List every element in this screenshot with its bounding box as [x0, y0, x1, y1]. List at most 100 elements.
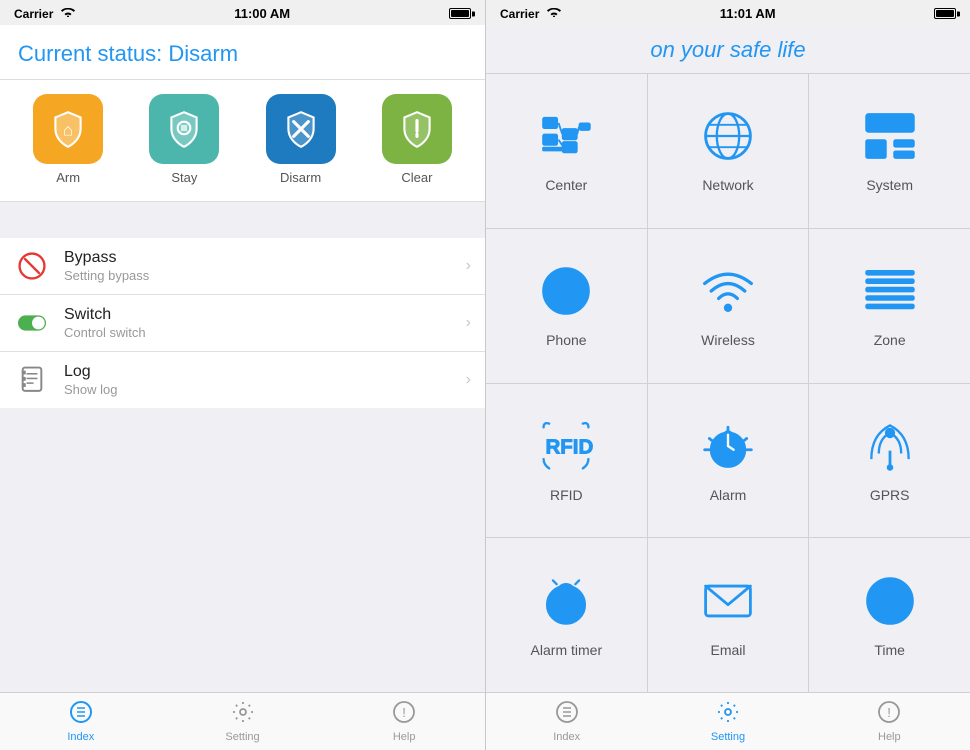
- status-bar-right: Carrier 11:01 AM: [486, 0, 970, 25]
- zone-icon: [862, 263, 918, 324]
- right-content: on your safe life: [486, 25, 970, 692]
- left-phone: Carrier 11:00 AM Current status: Disarm: [0, 0, 485, 750]
- grid-phone[interactable]: Phone: [486, 229, 647, 383]
- alarm-timer-label: Alarm timer: [531, 642, 603, 658]
- setting-tab-icon-left: [231, 700, 255, 729]
- bypass-subtitle: Setting bypass: [64, 268, 466, 283]
- tab-setting-label-left: Setting: [225, 731, 259, 743]
- bypass-text: Bypass Setting bypass: [64, 249, 466, 283]
- grid-network[interactable]: Network: [648, 74, 809, 228]
- time-right: 11:01 AM: [720, 6, 776, 21]
- svg-text:!: !: [888, 705, 892, 720]
- log-icon: [14, 362, 50, 398]
- rfid-icon: RFID: [538, 418, 594, 479]
- action-buttons-row: ⌂ Arm Stay: [0, 80, 485, 202]
- disarm-button[interactable]: Disarm: [266, 94, 336, 185]
- tab-bar-right: Index Setting ! Help: [486, 692, 970, 750]
- battery-right: [934, 8, 956, 19]
- clear-icon-bg: [382, 94, 452, 164]
- setting-tab-icon-right: [716, 700, 740, 729]
- status-bar-left: Carrier 11:00 AM: [0, 0, 485, 25]
- top-divider: [0, 202, 485, 238]
- disarm-icon-bg: [266, 94, 336, 164]
- switch-icon: [14, 305, 50, 341]
- current-status-text: Current status: Disarm: [18, 41, 467, 67]
- carrier-left: Carrier: [14, 7, 53, 21]
- index-tab-icon: [69, 700, 93, 729]
- center-icon: [538, 108, 594, 169]
- wifi-icon-left: [61, 7, 75, 20]
- stay-label: Stay: [171, 170, 197, 185]
- tab-help-label-left: Help: [393, 731, 416, 743]
- help-tab-icon-left: !: [392, 700, 416, 729]
- alarm-timer-icon: [538, 573, 594, 634]
- bottom-spacer: [0, 408, 485, 692]
- svg-text:⌂: ⌂: [63, 120, 73, 139]
- bypass-list-item[interactable]: Bypass Setting bypass ›: [0, 238, 485, 295]
- email-icon: [700, 573, 756, 634]
- tab-bar-left: Index Setting ! Help: [0, 692, 485, 750]
- grid-gprs[interactable]: GPRS: [809, 384, 970, 538]
- phone-label: Phone: [546, 332, 586, 348]
- time-icon: [862, 573, 918, 634]
- clear-label: Clear: [401, 170, 432, 185]
- alarm-icon: [700, 418, 756, 479]
- time-label: Time: [874, 642, 905, 658]
- bypass-title: Bypass: [64, 249, 466, 267]
- grid-zone[interactable]: Zone: [809, 229, 970, 383]
- battery-left: [449, 8, 471, 19]
- phone-icon: [538, 263, 594, 324]
- tab-setting-left[interactable]: Setting: [162, 693, 324, 750]
- grid-wireless[interactable]: Wireless: [648, 229, 809, 383]
- tab-help-label-right: Help: [878, 731, 901, 743]
- log-title: Log: [64, 363, 466, 381]
- left-content: Current status: Disarm ⌂ Arm: [0, 25, 485, 692]
- tab-index-label-right: Index: [553, 731, 580, 743]
- tab-setting-label-right: Setting: [711, 731, 745, 743]
- switch-text: Switch Control switch: [64, 306, 466, 340]
- zone-label: Zone: [874, 332, 906, 348]
- wireless-label: Wireless: [701, 332, 755, 348]
- system-label: System: [866, 177, 913, 193]
- arm-label: Arm: [56, 170, 80, 185]
- tagline: on your safe life: [486, 25, 970, 73]
- grid-email[interactable]: Email: [648, 538, 809, 692]
- switch-chevron: ›: [466, 314, 471, 332]
- log-text: Log Show log: [64, 363, 466, 397]
- bypass-icon: [14, 248, 50, 284]
- switch-title: Switch: [64, 306, 466, 324]
- help-tab-icon-right: !: [877, 700, 901, 729]
- log-chevron: ›: [466, 371, 471, 389]
- wifi-icon-right: [547, 7, 561, 20]
- current-status-section: Current status: Disarm: [0, 25, 485, 80]
- index-tab-icon-right: [555, 700, 579, 729]
- grid-rfid[interactable]: RFID RFID: [486, 384, 647, 538]
- wireless-icon: [700, 263, 756, 324]
- tab-help-right[interactable]: ! Help: [809, 693, 970, 750]
- list-section: Bypass Setting bypass › Switch Control s…: [0, 238, 485, 408]
- carrier-right: Carrier: [500, 7, 539, 21]
- log-subtitle: Show log: [64, 382, 466, 397]
- system-icon: [862, 108, 918, 169]
- stay-button[interactable]: Stay: [149, 94, 219, 185]
- grid-center[interactable]: Center: [486, 74, 647, 228]
- grid-system[interactable]: System: [809, 74, 970, 228]
- grid-time[interactable]: Time: [809, 538, 970, 692]
- tab-index-right[interactable]: Index: [486, 693, 647, 750]
- arm-button[interactable]: ⌂ Arm: [33, 94, 103, 185]
- rfid-label: RFID: [550, 487, 583, 503]
- grid-alarm[interactable]: Alarm: [648, 384, 809, 538]
- log-list-item[interactable]: Log Show log ›: [0, 352, 485, 408]
- tab-index-left[interactable]: Index: [0, 693, 162, 750]
- switch-list-item[interactable]: Switch Control switch ›: [0, 295, 485, 352]
- svg-text:RFID: RFID: [546, 435, 594, 458]
- clear-button[interactable]: Clear: [382, 94, 452, 185]
- gprs-icon: [862, 418, 918, 479]
- tab-setting-right[interactable]: Setting: [647, 693, 808, 750]
- tab-help-left[interactable]: ! Help: [323, 693, 485, 750]
- center-label: Center: [545, 177, 587, 193]
- right-phone: Carrier 11:01 AM on your safe life: [485, 0, 970, 750]
- grid-alarm-timer[interactable]: Alarm timer: [486, 538, 647, 692]
- network-label: Network: [702, 177, 753, 193]
- arm-icon-bg: ⌂: [33, 94, 103, 164]
